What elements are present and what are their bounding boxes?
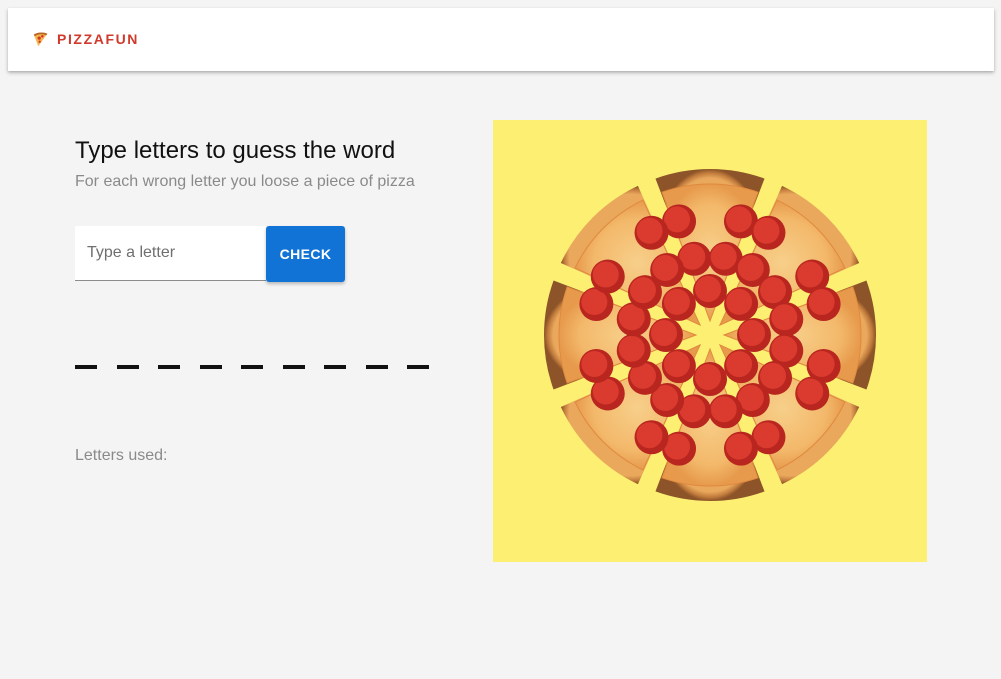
page-subtitle: For each wrong letter you loose a piece … — [75, 173, 415, 190]
word-slots — [75, 365, 429, 369]
letter-slot — [241, 365, 263, 369]
logo[interactable]: PIZZAFUN — [32, 30, 139, 48]
letter-slot — [407, 365, 429, 369]
logo-text: PIZZAFUN — [57, 31, 140, 47]
pizza-panel — [493, 120, 927, 562]
letter-slot — [324, 365, 346, 369]
letter-slot — [199, 365, 222, 369]
page-title: Type letters to guess the word — [75, 137, 396, 164]
letter-slot — [282, 365, 305, 369]
letter-slot — [116, 365, 139, 369]
letter-input[interactable] — [75, 226, 266, 281]
top-app-bar: PIZZAFUN — [8, 8, 994, 71]
letter-slot — [75, 365, 97, 369]
pizza-image — [544, 169, 876, 501]
pizza-slice-icon — [33, 32, 48, 47]
letter-slot — [158, 365, 180, 369]
check-button[interactable]: CHECK — [266, 226, 345, 282]
letter-slot — [365, 365, 388, 369]
letters-used-label: Letters used: — [75, 447, 168, 464]
